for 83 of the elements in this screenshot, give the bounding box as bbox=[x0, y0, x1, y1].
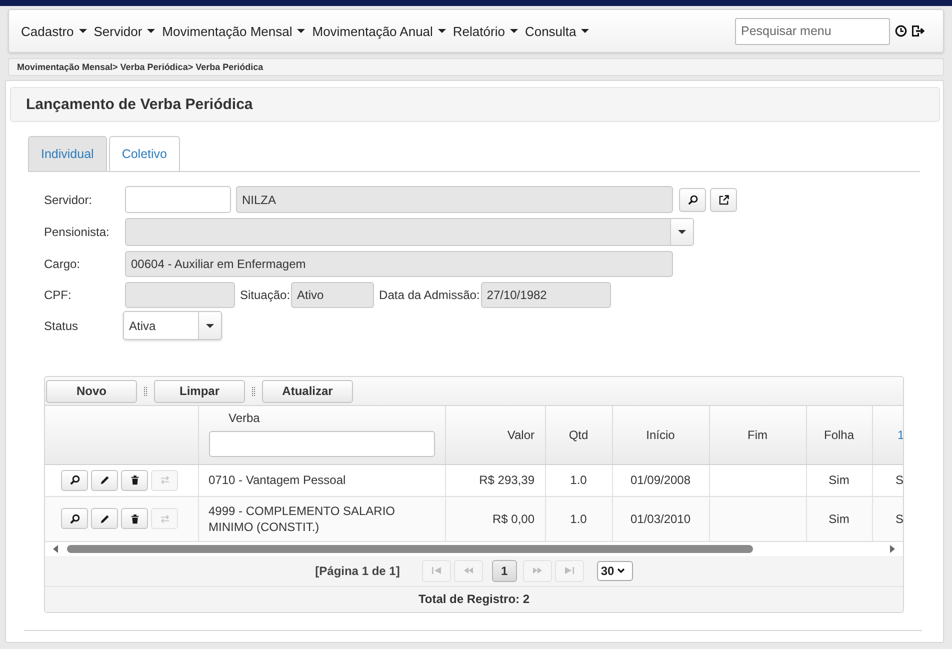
clock-icon[interactable] bbox=[895, 25, 907, 37]
edit-button[interactable] bbox=[91, 508, 118, 529]
search-button[interactable] bbox=[679, 188, 706, 212]
delete-button[interactable] bbox=[121, 470, 148, 490]
caret-icon bbox=[581, 29, 590, 33]
table-cell: 01/03/2010 bbox=[612, 496, 709, 541]
caret-icon bbox=[678, 230, 686, 234]
horizontal-scrollbar[interactable] bbox=[45, 542, 903, 556]
table-cell: S bbox=[872, 464, 903, 496]
menu-item[interactable]: Movimentação Anual bbox=[312, 24, 446, 38]
caret-icon bbox=[297, 29, 306, 33]
view-button[interactable] bbox=[61, 470, 88, 490]
page-summary: [Página 1 de 1] bbox=[315, 564, 400, 578]
page-button[interactable]: 1 bbox=[492, 560, 517, 582]
previous-page-icon bbox=[464, 567, 473, 574]
menu-item[interactable]: Movimentação Mensal bbox=[162, 24, 306, 38]
edit-button[interactable] bbox=[91, 470, 118, 490]
tab[interactable]: Individual bbox=[28, 136, 107, 171]
arrows-icon bbox=[160, 514, 170, 524]
trash-icon bbox=[130, 514, 140, 524]
table-cell: Sim bbox=[806, 496, 872, 541]
menu-item[interactable]: Cadastro bbox=[21, 24, 87, 38]
tab[interactable]: Coletivo bbox=[108, 136, 180, 171]
pencil-icon bbox=[100, 475, 110, 485]
pencil-icon bbox=[100, 514, 110, 524]
menu-item[interactable]: Servidor bbox=[94, 24, 156, 38]
total-count: Total de Registro: 2 bbox=[418, 592, 530, 606]
field-label: CPF: bbox=[44, 288, 72, 302]
delete-button[interactable] bbox=[121, 508, 148, 529]
table-cell: R$ 293,39 bbox=[445, 464, 545, 496]
first-page-icon bbox=[432, 567, 441, 574]
column-header[interactable]: Folha bbox=[806, 406, 872, 464]
search-icon bbox=[688, 194, 698, 204]
status-select[interactable]: Ativa bbox=[123, 311, 222, 340]
view-button[interactable] bbox=[61, 508, 88, 529]
column-header[interactable]: Valor bbox=[445, 406, 545, 464]
page-title: Lançamento de Verba Periódica bbox=[26, 96, 253, 113]
toolbar-button[interactable]: Limpar bbox=[154, 380, 245, 402]
code-field[interactable] bbox=[125, 186, 231, 213]
column-header[interactable]: Qtd bbox=[545, 406, 612, 464]
scroll-left-icon[interactable] bbox=[53, 544, 58, 552]
next-page-icon bbox=[532, 567, 542, 574]
table-cell: 01/09/2008 bbox=[612, 464, 709, 496]
table-cell: Sim bbox=[806, 464, 872, 496]
external-link-icon bbox=[718, 194, 728, 204]
filter-field[interactable] bbox=[208, 431, 434, 457]
field-label: Cargo: bbox=[44, 257, 82, 271]
caret-icon bbox=[78, 29, 87, 33]
toolbar-button[interactable]: Atualizar bbox=[262, 380, 353, 402]
trash-icon bbox=[130, 475, 140, 485]
caret-icon bbox=[438, 29, 446, 33]
field-label: Data da Admissão: bbox=[379, 288, 480, 302]
table-cell: 0710 - Vantagem Pessoal bbox=[198, 464, 445, 496]
column-title[interactable]: Verba bbox=[208, 411, 444, 426]
breadcrumb-text: Movimentação Mensal> Verba Periódica> Verba Periódica bbox=[17, 62, 264, 72]
caret-icon bbox=[206, 324, 214, 328]
scrollbar-thumb[interactable] bbox=[67, 544, 753, 552]
search-field[interactable]: Pesquisar menu bbox=[735, 18, 890, 44]
table-cell: 4999 - COMPLEMENTO SALARIO MINIMO (CONSTIT.) bbox=[198, 496, 445, 541]
column-header[interactable]: Fim bbox=[709, 406, 806, 464]
arrows-icon bbox=[160, 475, 170, 485]
caret-icon bbox=[147, 29, 156, 33]
search-icon bbox=[70, 514, 80, 524]
scroll-right-icon[interactable] bbox=[890, 544, 895, 552]
field-label: Pensionista: bbox=[44, 225, 110, 239]
field-label: Servidor: bbox=[44, 192, 94, 206]
field-label: Status bbox=[44, 318, 80, 332]
table-cell: 1.0 bbox=[545, 496, 612, 541]
toolbar-button[interactable]: Novo bbox=[46, 380, 137, 402]
column-header[interactable]: Início bbox=[612, 406, 709, 464]
table-cell: 1.0 bbox=[545, 464, 612, 496]
chevron-icon bbox=[617, 568, 626, 573]
search-icon bbox=[70, 475, 80, 485]
menu-item[interactable]: Relatório bbox=[452, 24, 518, 38]
menu-item[interactable]: Consulta bbox=[524, 24, 590, 38]
field-label: Situação: bbox=[240, 288, 290, 302]
open-button[interactable] bbox=[710, 188, 737, 212]
last-page-icon bbox=[564, 567, 574, 574]
page-size-select[interactable]: 30 bbox=[596, 560, 633, 580]
caret-icon bbox=[510, 29, 518, 33]
door-arrow-icon[interactable] bbox=[911, 25, 925, 37]
table-cell: S bbox=[872, 496, 903, 541]
table-cell: R$ 0,00 bbox=[445, 496, 545, 541]
